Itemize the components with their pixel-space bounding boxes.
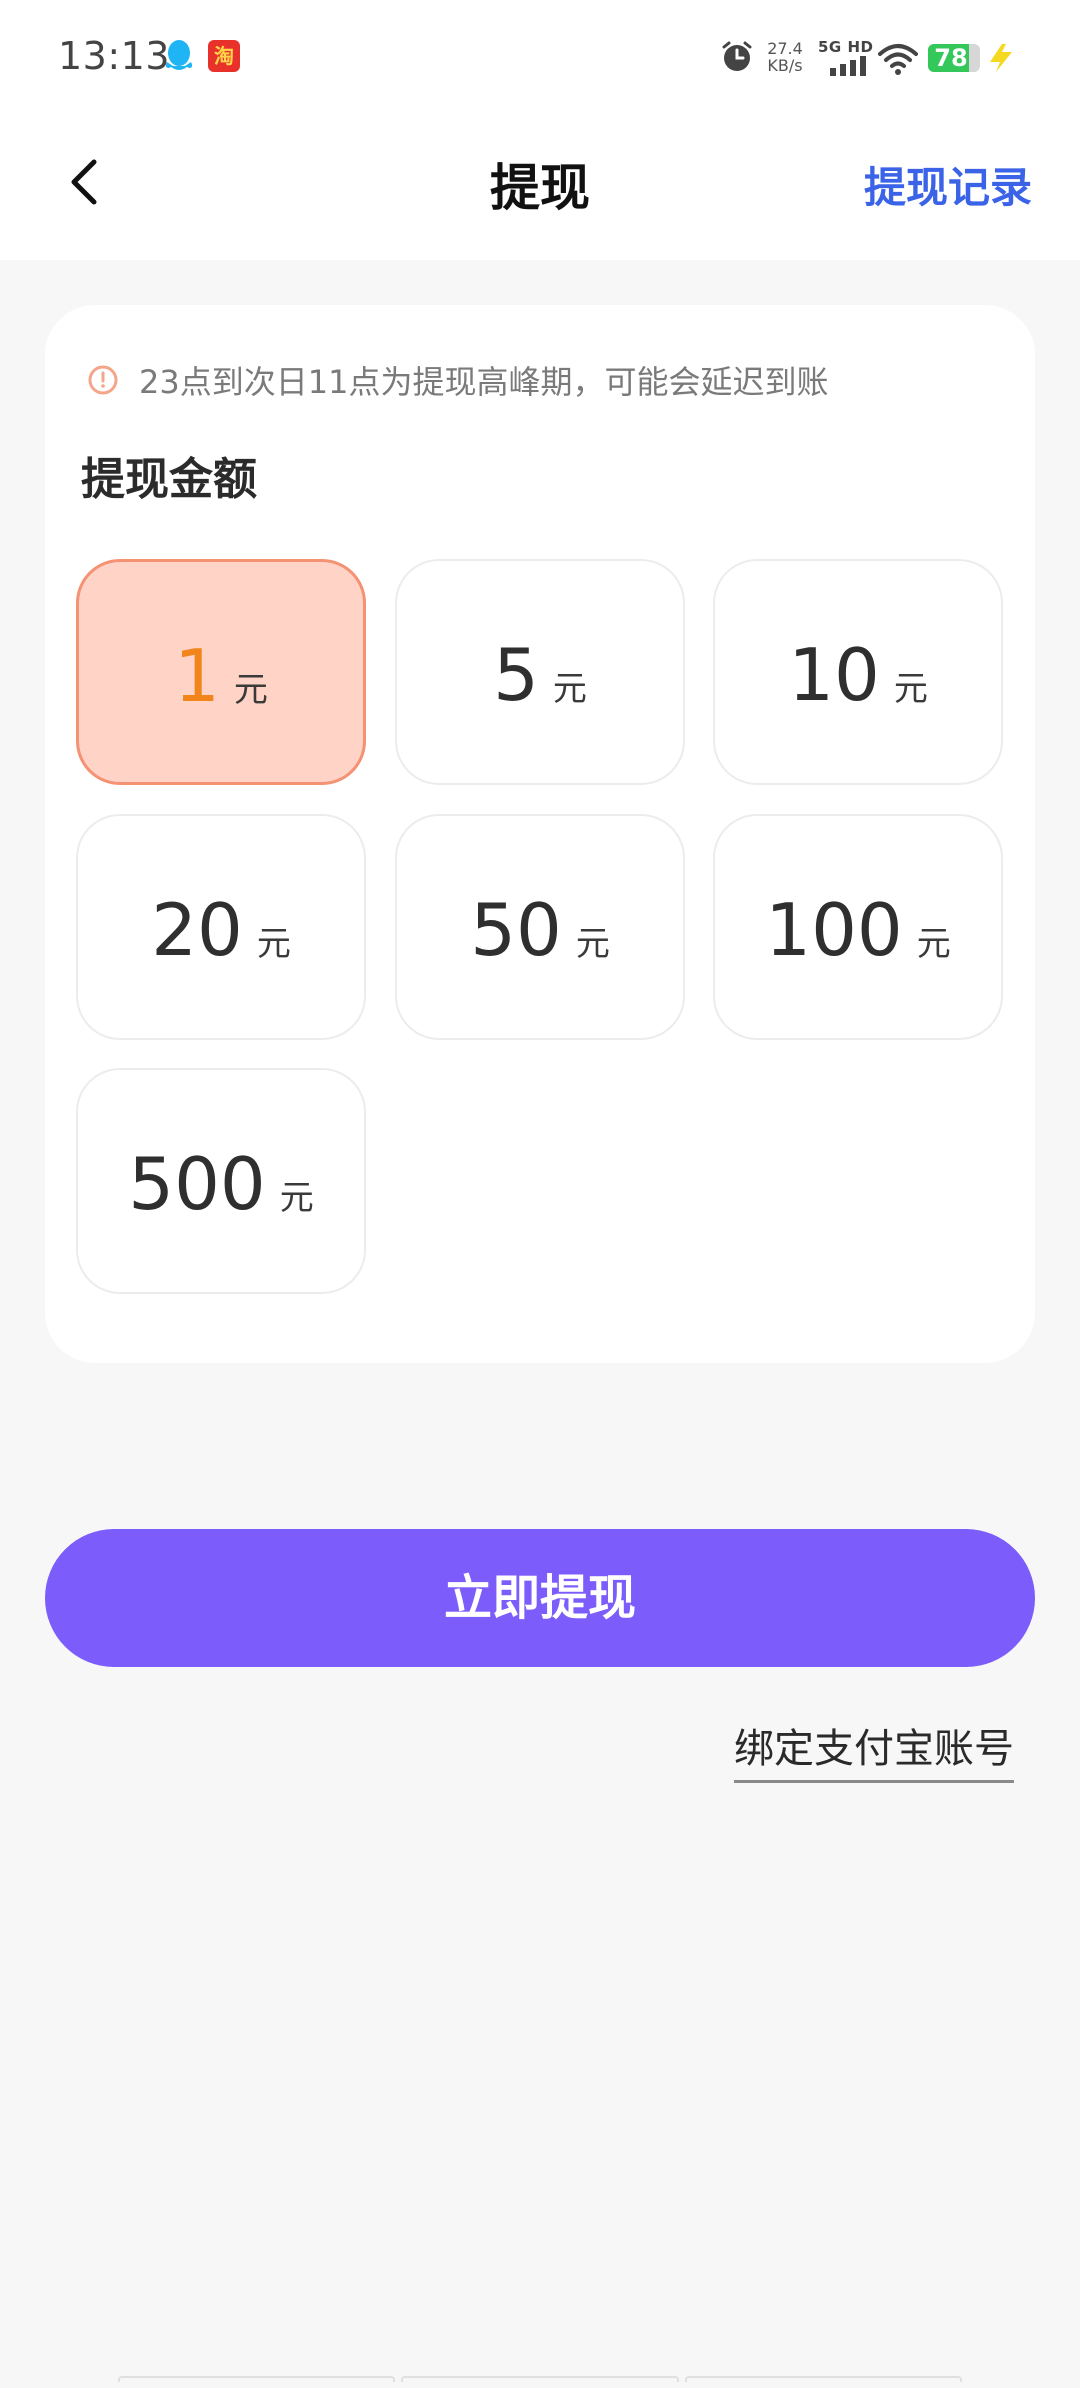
amount-value: 20 xyxy=(151,888,243,972)
warning-clock-icon xyxy=(88,365,118,395)
amount-value: 500 xyxy=(128,1142,266,1226)
amount-unit: 元 xyxy=(575,924,610,964)
amount-option-500[interactable]: 500 元 xyxy=(76,1068,366,1294)
bottom-indicator-segment xyxy=(118,2376,396,2382)
amount-value: 100 xyxy=(765,888,903,972)
withdraw-now-button[interactable]: 立即提现 xyxy=(45,1529,1035,1667)
notice-text: 23点到次日11点为提现高峰期，可能会延迟到账 xyxy=(139,363,829,401)
amount-option-1[interactable]: 1 元 xyxy=(76,559,366,785)
net-speed-unit: KB/s xyxy=(767,56,803,75)
status-bar: 13:13 淘 27.4 KB/s 5G HD 78 xyxy=(0,0,1080,110)
bottom-indicator xyxy=(118,2376,962,2382)
qq-icon xyxy=(165,40,193,70)
signal-icon xyxy=(830,56,866,76)
amount-label: 提现金额 xyxy=(81,454,257,505)
amount-unit: 元 xyxy=(279,1178,314,1218)
alarm-icon xyxy=(722,41,752,71)
battery-icon: 78 xyxy=(928,44,980,72)
status-time: 13:13 xyxy=(58,34,171,78)
charge-icon xyxy=(990,44,1012,72)
amount-value: 10 xyxy=(788,633,880,717)
bottom-indicator-segment xyxy=(684,2376,962,2382)
amount-value: 1 xyxy=(174,634,220,718)
bind-alipay-link[interactable]: 绑定支付宝账号 xyxy=(734,1716,1014,1783)
amount-unit: 元 xyxy=(916,924,951,964)
amount-unit: 元 xyxy=(233,670,268,710)
amount-unit: 元 xyxy=(256,924,291,964)
amount-value: 50 xyxy=(470,888,562,972)
amount-value: 5 xyxy=(493,633,539,717)
battery-level: 78 xyxy=(934,44,968,72)
taobao-icon: 淘 xyxy=(208,40,240,72)
notice: 23点到次日11点为提现高峰期，可能会延迟到账 xyxy=(87,357,828,403)
withdraw-card: 23点到次日11点为提现高峰期，可能会延迟到账 提现金额 1 元 5 元 10 … xyxy=(45,305,1035,1363)
net-speed: 27.4 KB/s xyxy=(762,40,808,74)
amount-option-50[interactable]: 50 元 xyxy=(395,814,685,1040)
withdraw-records-link[interactable]: 提现记录 xyxy=(864,154,1032,215)
amount-option-5[interactable]: 5 元 xyxy=(395,559,685,785)
wifi-icon xyxy=(878,44,918,75)
amount-unit: 元 xyxy=(552,669,587,709)
amount-option-10[interactable]: 10 元 xyxy=(713,559,1003,785)
amount-unit: 元 xyxy=(893,669,928,709)
amount-option-20[interactable]: 20 元 xyxy=(76,814,366,1040)
net-speed-value: 27.4 xyxy=(767,39,803,58)
bottom-indicator-segment xyxy=(401,2376,679,2382)
header: 提现 提现记录 xyxy=(0,110,1080,260)
amount-option-100[interactable]: 100 元 xyxy=(713,814,1003,1040)
